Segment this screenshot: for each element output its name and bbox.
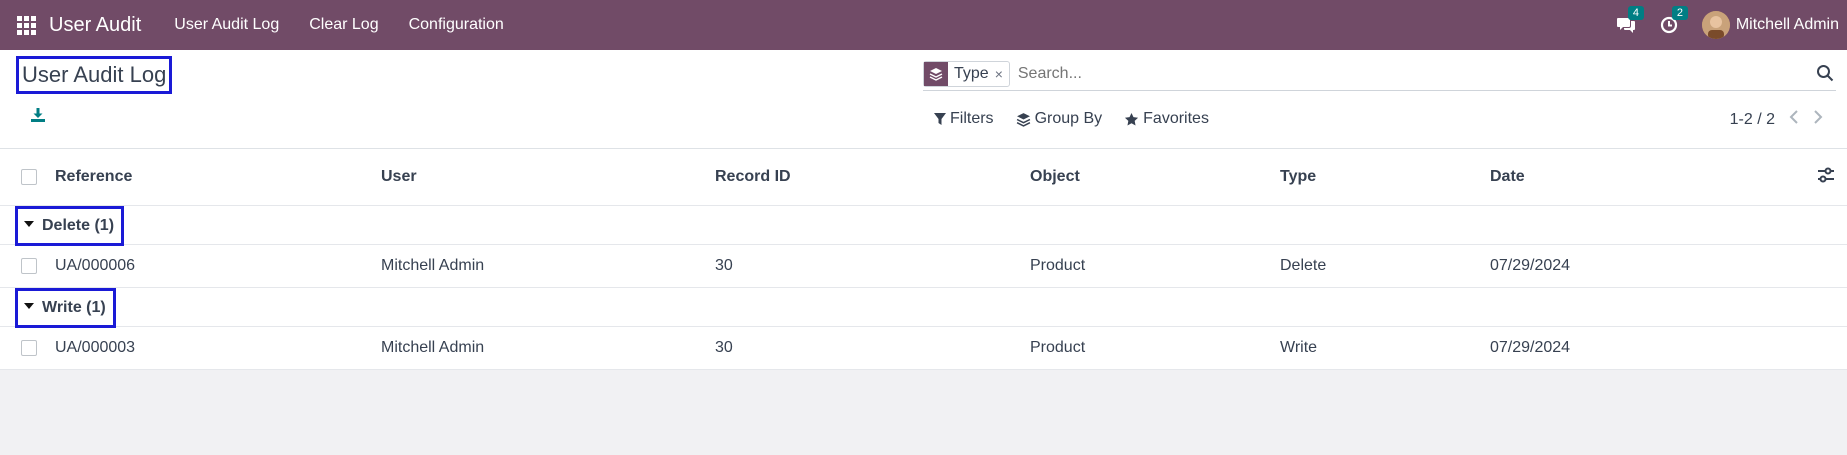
top-navbar: User Audit User Audit Log Clear Log Conf…	[0, 0, 1847, 50]
cell-type: Delete	[1280, 257, 1327, 274]
cell-object: Product	[1030, 339, 1086, 356]
app-brand[interactable]: User Audit	[49, 14, 141, 37]
cell-reference: UA/000006	[55, 257, 136, 274]
filter-icon	[934, 113, 946, 125]
messages-button[interactable]: 4	[1616, 6, 1644, 34]
cell-object: Product	[1030, 257, 1086, 274]
search-bar: Type ×	[923, 58, 1836, 91]
search-options: Filters Group By Favorites	[934, 110, 1231, 128]
list-view: Reference User Record ID Object Type Dat…	[0, 149, 1847, 370]
optional-columns-icon[interactable]	[1817, 167, 1835, 188]
pager-value[interactable]: 1-2 / 2	[1730, 111, 1775, 129]
cell-type: Write	[1280, 339, 1318, 356]
cell-date: 07/29/2024	[1490, 257, 1571, 274]
search-facet-type: Type ×	[923, 61, 1010, 87]
user-avatar[interactable]	[1701, 11, 1730, 39]
table-row[interactable]: UA/000003 Mitchell Admin 30 Product Writ…	[0, 327, 1847, 370]
activities-badge: 2	[1671, 6, 1688, 20]
group-label-text: Delete (1)	[42, 217, 115, 234]
star-icon	[1125, 112, 1139, 125]
filters-button[interactable]: Filters	[934, 110, 994, 128]
list-header: Reference User Record ID Object Type Dat…	[0, 149, 1847, 206]
control-panel: User Audit Log Type × Search... Filters …	[0, 50, 1847, 149]
column-header-reference[interactable]: Reference	[55, 168, 132, 186]
activities-button[interactable]: 2	[1660, 6, 1688, 34]
download-icon	[31, 108, 45, 122]
cell-user: Mitchell Admin	[381, 339, 485, 356]
search-icon[interactable]	[1816, 64, 1834, 87]
messages-badge: 4	[1627, 6, 1644, 20]
favorites-label: Favorites	[1143, 110, 1209, 127]
cell-reference: UA/000003	[55, 339, 136, 356]
group-row-write[interactable]: Write (1)	[0, 288, 1847, 328]
group-header-write[interactable]: Write (1)	[15, 288, 116, 328]
caret-down-icon	[24, 303, 34, 309]
pager-next-icon[interactable]	[1813, 110, 1823, 129]
row-checkbox[interactable]	[21, 340, 37, 356]
column-header-user[interactable]: User	[381, 168, 417, 186]
pager: 1-2 / 2	[1730, 110, 1823, 129]
menu-clear-log[interactable]: Clear Log	[309, 16, 378, 34]
group-by-button[interactable]: Group By	[1016, 110, 1103, 128]
row-checkbox[interactable]	[21, 258, 37, 274]
cell-user: Mitchell Admin	[381, 257, 485, 274]
cell-record-id: 30	[715, 339, 733, 356]
column-header-object[interactable]: Object	[1030, 168, 1080, 186]
group-row-delete[interactable]: Delete (1)	[0, 206, 1847, 246]
page-title: User Audit Log	[16, 56, 173, 94]
column-header-date[interactable]: Date	[1490, 168, 1525, 186]
facet-remove-button[interactable]: ×	[995, 66, 1009, 82]
cell-record-id: 30	[715, 257, 733, 274]
user-menu-name[interactable]: Mitchell Admin	[1736, 16, 1839, 34]
pager-previous-icon[interactable]	[1789, 110, 1799, 129]
group-header-delete[interactable]: Delete (1)	[15, 206, 125, 246]
favorites-button[interactable]: Favorites	[1124, 110, 1209, 128]
search-input[interactable]	[1015, 64, 1836, 84]
menu-configuration[interactable]: Configuration	[409, 16, 504, 34]
filters-label: Filters	[950, 110, 994, 127]
facet-label: Type	[954, 65, 989, 82]
avatar-image	[1701, 11, 1730, 39]
column-header-type[interactable]: Type	[1280, 168, 1316, 186]
download-button[interactable]	[30, 107, 46, 128]
app-menu-grid-icon[interactable]	[14, 13, 38, 37]
group-by-label: Group By	[1034, 110, 1103, 127]
layers-icon	[924, 62, 948, 86]
select-all-checkbox[interactable]	[21, 169, 37, 185]
menu-user-audit-log[interactable]: User Audit Log	[174, 16, 279, 34]
caret-down-icon	[24, 221, 34, 227]
cell-date: 07/29/2024	[1490, 339, 1571, 356]
group-label-text: Write (1)	[42, 299, 106, 316]
column-header-record-id[interactable]: Record ID	[715, 168, 791, 186]
table-row[interactable]: UA/000006 Mitchell Admin 30 Product Dele…	[0, 245, 1847, 288]
layers-icon	[1016, 112, 1030, 127]
